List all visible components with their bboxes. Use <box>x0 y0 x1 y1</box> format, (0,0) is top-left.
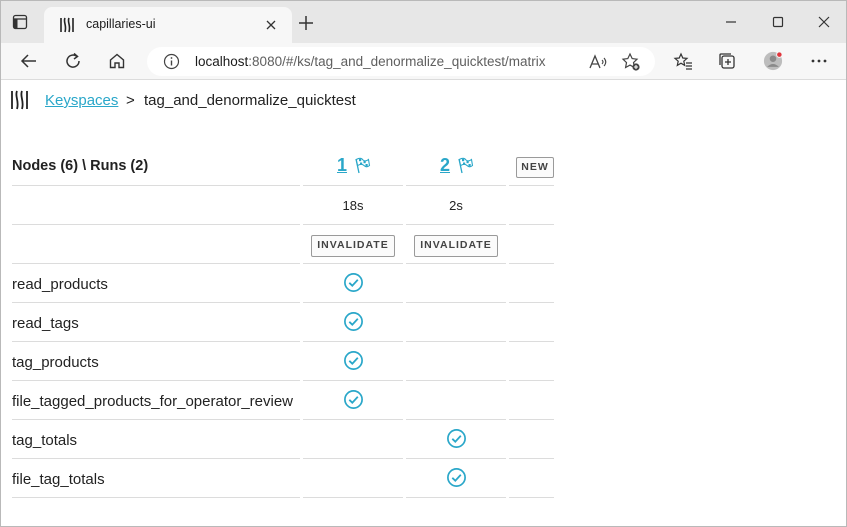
node-name-cell: tag_totals <box>12 420 300 459</box>
run-1-status-cell <box>303 381 403 420</box>
active-tab[interactable]: capillaries-ui <box>44 7 292 43</box>
node-row-empty-cell <box>509 459 554 498</box>
matrix-header-label: Nodes (6) \ Runs (2) <box>12 158 149 174</box>
duration-row-label-cell <box>12 186 300 225</box>
run-2-duration-cell: 2s <box>406 186 506 225</box>
breadcrumb-separator: > <box>126 92 135 109</box>
add-favorite-icon[interactable] <box>621 52 641 72</box>
run-1-duration: 18s <box>342 198 364 213</box>
invalidate-run-1-button[interactable]: INVALIDATE <box>311 235 395 257</box>
maximize-icon[interactable] <box>768 12 788 32</box>
close-tab-icon[interactable] <box>262 16 280 34</box>
run-2-status-cell <box>406 303 506 342</box>
node-name: file_tagged_products_for_operator_review <box>12 393 294 410</box>
node-name-cell: file_tagged_products_for_operator_review <box>12 381 300 420</box>
address-toolbar: localhost:8080/#/ks/tag_and_denormalize_… <box>1 43 846 80</box>
url-path: :8080/#/ks/tag_and_denormalize_quicktest… <box>248 54 546 69</box>
tab-bar: capillaries-ui <box>1 1 846 43</box>
status-complete-icon[interactable] <box>343 272 364 293</box>
invalidate-run-2-button[interactable]: INVALIDATE <box>414 235 498 257</box>
status-complete-icon[interactable] <box>343 350 364 371</box>
new-run-header: NEW <box>509 147 554 186</box>
new-tab-icon[interactable] <box>297 14 315 32</box>
run-2-status-cell <box>406 420 506 459</box>
run-2-status-cell <box>406 342 506 381</box>
home-icon[interactable] <box>107 51 127 71</box>
checkered-flag-icon <box>456 156 474 174</box>
refresh-icon[interactable] <box>63 51 83 71</box>
invalidate-row-label-cell <box>12 225 300 264</box>
url-host: localhost <box>195 54 249 69</box>
breadcrumb-keyspaces-link[interactable]: Keyspaces <box>45 92 118 109</box>
duration-row-empty-cell <box>509 186 554 225</box>
run-1-status-cell <box>303 342 403 381</box>
run-2-header: 2 <box>406 147 506 186</box>
node-row-empty-cell <box>509 264 554 303</box>
new-run-button[interactable]: NEW <box>516 157 554 178</box>
minimize-icon[interactable] <box>721 12 741 32</box>
node-row-empty-cell <box>509 420 554 459</box>
run-2-invalidate-cell: INVALIDATE <box>406 225 506 264</box>
run-1-status-cell <box>303 264 403 303</box>
page-content: Keyspaces > tag_and_denormalize_quicktes… <box>1 81 846 526</box>
node-name-cell: read_products <box>12 264 300 303</box>
close-window-icon[interactable] <box>814 12 834 32</box>
node-name-cell: file_tag_totals <box>12 459 300 498</box>
back-icon[interactable] <box>19 51 39 71</box>
collections-icon[interactable] <box>717 51 737 71</box>
node-name: read_products <box>12 276 108 293</box>
node-name: file_tag_totals <box>12 471 105 488</box>
more-menu-icon[interactable] <box>809 51 829 71</box>
tab-title: capillaries-ui <box>86 17 156 31</box>
url-text: localhost:8080/#/ks/tag_and_denormalize_… <box>195 54 545 69</box>
status-complete-icon[interactable] <box>446 467 467 488</box>
run-1-status-cell <box>303 420 403 459</box>
run-1-link[interactable]: 1 <box>337 155 347 176</box>
profile-avatar[interactable] <box>763 51 783 71</box>
node-row-empty-cell <box>509 381 554 420</box>
run-2-status-cell <box>406 264 506 303</box>
node-row-empty-cell <box>509 342 554 381</box>
node-row-empty-cell <box>509 303 554 342</box>
run-1-header: 1 <box>303 147 403 186</box>
header-cell: Nodes (6) \ Runs (2) <box>12 147 300 186</box>
run-1-status-cell <box>303 303 403 342</box>
favorites-icon[interactable] <box>673 51 693 71</box>
read-aloud-icon[interactable] <box>588 52 608 72</box>
node-name-cell: tag_products <box>12 342 300 381</box>
tab-actions-icon[interactable] <box>10 12 30 32</box>
run-2-duration: 2s <box>449 198 463 213</box>
site-info-icon[interactable] <box>163 53 180 70</box>
node-name-cell: read_tags <box>12 303 300 342</box>
address-bar[interactable]: localhost:8080/#/ks/tag_and_denormalize_… <box>147 47 655 76</box>
run-2-status-cell <box>406 381 506 420</box>
run-2-status-cell <box>406 459 506 498</box>
run-2-link[interactable]: 2 <box>440 155 450 176</box>
breadcrumb-current: tag_and_denormalize_quicktest <box>144 92 356 109</box>
run-1-status-cell <box>303 459 403 498</box>
browser-window: capillaries-ui localhost:8080/#/ks/tag_a… <box>0 0 847 527</box>
invalidate-row-empty-cell <box>509 225 554 264</box>
status-complete-icon[interactable] <box>343 311 364 332</box>
status-complete-icon[interactable] <box>343 389 364 410</box>
node-name: tag_products <box>12 354 99 371</box>
capillaries-logo-icon <box>58 16 76 34</box>
checkered-flag-icon <box>353 156 371 174</box>
run-1-duration-cell: 18s <box>303 186 403 225</box>
run-1-invalidate-cell: INVALIDATE <box>303 225 403 264</box>
status-complete-icon[interactable] <box>446 428 467 449</box>
node-name: tag_totals <box>12 432 78 449</box>
capillaries-logo-icon <box>10 89 30 111</box>
node-name: read_tags <box>12 315 79 332</box>
